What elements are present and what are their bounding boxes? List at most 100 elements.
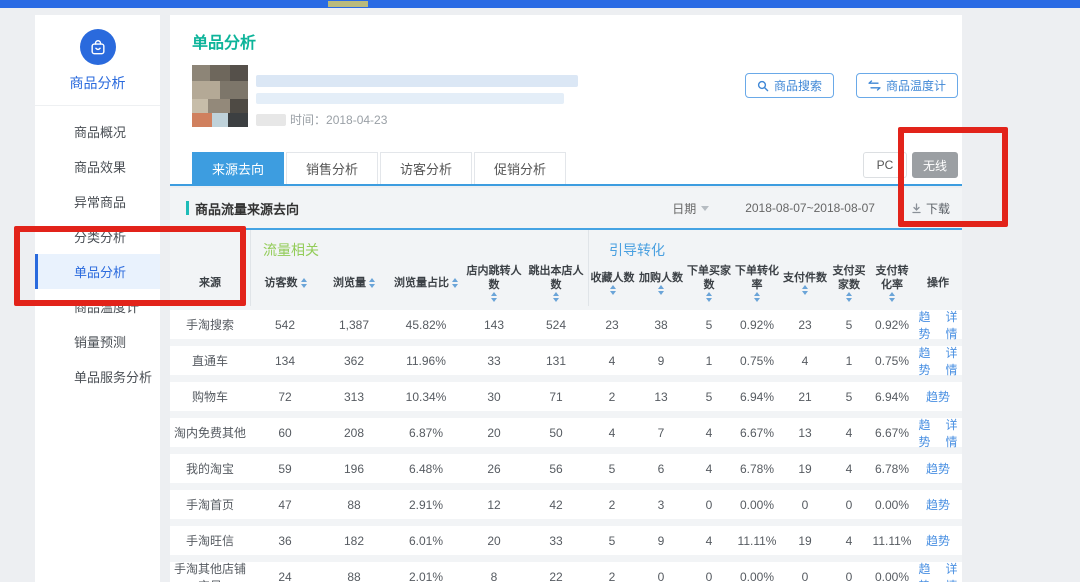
sort-icon[interactable] — [754, 292, 760, 302]
tab-来源去向[interactable]: 来源去向 — [192, 152, 284, 184]
sidebar-item-商品温度计[interactable]: 商品温度计 — [35, 289, 160, 324]
sort-icon[interactable] — [369, 278, 375, 288]
cell-value: 6.94% — [870, 390, 914, 404]
sort-icon[interactable] — [452, 278, 458, 288]
download-icon — [911, 203, 922, 214]
column-header-跳出本店人数[interactable]: 跳出本店人数 — [524, 260, 588, 306]
cell-value: 19 — [782, 462, 828, 476]
sort-icon[interactable] — [610, 285, 616, 295]
table-row: 手淘首页47882.91%12422300.00%000.00%趋势 — [170, 490, 962, 519]
sort-icon[interactable] — [491, 292, 497, 302]
column-header-店内跳转人数[interactable]: 店内跳转人数 — [464, 260, 524, 306]
product-thermometer-button[interactable]: 商品温度计 — [856, 73, 958, 98]
cell-source: 手淘搜索 — [170, 316, 250, 333]
cell-value: 0 — [782, 498, 828, 512]
action-link-趋势[interactable]: 趋势 — [926, 532, 950, 549]
sort-down-arrow — [754, 298, 760, 302]
sort-icon[interactable] — [658, 285, 664, 295]
sidebar-item-商品效果[interactable]: 商品效果 — [35, 149, 160, 184]
column-header-加购人数[interactable]: 加购人数 — [636, 260, 686, 306]
top-bar-scroll-indicator — [328, 1, 368, 7]
cell-value: 4 — [782, 354, 828, 368]
sidebar-item-分类分析[interactable]: 分类分析 — [35, 219, 160, 254]
cell-value: 5 — [686, 390, 732, 404]
sort-icon[interactable] — [301, 278, 307, 288]
cell-value: 26 — [464, 462, 524, 476]
date-dropdown[interactable]: 日期 — [672, 200, 709, 217]
column-header-收藏人数[interactable]: 收藏人数 — [588, 260, 636, 306]
sidebar-menu: 商品概况商品效果异常商品分类分析单品分析商品温度计销量预测单品服务分析 — [35, 106, 160, 394]
cell-value: 23 — [782, 318, 828, 332]
action-link-趋势[interactable]: 趋势 — [914, 344, 935, 378]
cell-value: 362 — [320, 354, 388, 368]
column-header-下单买家数[interactable]: 下单买家数 — [686, 260, 732, 306]
column-header-浏览量占比[interactable]: 浏览量占比 — [388, 260, 464, 306]
sort-icon[interactable] — [802, 285, 808, 295]
sidebar-item-单品分析[interactable]: 单品分析 — [35, 254, 160, 289]
product-search-button[interactable]: 商品搜索 — [745, 73, 834, 98]
cell-value: 72 — [250, 390, 320, 404]
cell-value: 1 — [686, 354, 732, 368]
action-link-详情[interactable]: 详情 — [941, 344, 962, 378]
cell-value: 6.78% — [732, 462, 782, 476]
action-link-详情[interactable]: 详情 — [941, 308, 962, 342]
cell-value: 6 — [636, 462, 686, 476]
cell-value: 5 — [588, 534, 636, 548]
action-link-趋势[interactable]: 趋势 — [914, 416, 935, 450]
tab-销售分析[interactable]: 销售分析 — [286, 152, 378, 184]
tab-促销分析[interactable]: 促销分析 — [474, 152, 566, 184]
action-link-趋势[interactable]: 趋势 — [914, 308, 935, 342]
device-toggle-PC[interactable]: PC — [863, 152, 907, 178]
device-toggle-无线[interactable]: 无线 — [912, 152, 958, 178]
cell-actions: 趋势详情 — [914, 344, 962, 378]
cell-value: 3 — [636, 498, 686, 512]
cell-value: 12 — [464, 498, 524, 512]
column-header-下单转化率[interactable]: 下单转化率 — [732, 260, 782, 306]
cell-value: 2 — [588, 498, 636, 512]
cell-value: 6.01% — [388, 534, 464, 548]
column-header-支付转化率[interactable]: 支付转化率 — [870, 260, 914, 306]
column-label: 浏览量 — [333, 276, 366, 290]
cell-value: 0.00% — [870, 498, 914, 512]
column-label: 支付件数 — [783, 271, 827, 285]
column-header-操作: 操作 — [914, 260, 962, 306]
sort-icon[interactable] — [706, 292, 712, 302]
group-label: 引导转化 — [609, 240, 665, 260]
product-analysis-icon — [80, 29, 116, 65]
action-link-趋势[interactable]: 趋势 — [926, 460, 950, 477]
cell-value: 20 — [464, 426, 524, 440]
action-link-趋势[interactable]: 趋势 — [926, 496, 950, 513]
cell-value: 6.67% — [870, 426, 914, 440]
cell-value: 9 — [636, 354, 686, 368]
cell-value: 5 — [588, 462, 636, 476]
sort-down-arrow — [369, 284, 375, 288]
column-header-支付件数[interactable]: 支付件数 — [782, 260, 828, 306]
action-link-趋势[interactable]: 趋势 — [926, 388, 950, 405]
tab-访客分析[interactable]: 访客分析 — [380, 152, 472, 184]
cell-value: 4 — [828, 426, 870, 440]
cell-value: 542 — [250, 318, 320, 332]
sort-icon[interactable] — [889, 292, 895, 302]
column-label: 下单买家数 — [687, 264, 731, 292]
sort-up-arrow — [802, 285, 808, 289]
action-link-趋势[interactable]: 趋势 — [914, 560, 935, 582]
sort-icon[interactable] — [553, 292, 559, 302]
cell-value: 23 — [588, 318, 636, 332]
sort-icon[interactable] — [846, 292, 852, 302]
cell-source: 直通车 — [170, 352, 250, 369]
column-header-访客数[interactable]: 访客数 — [250, 260, 320, 306]
sidebar-item-单品服务分析[interactable]: 单品服务分析 — [35, 359, 160, 394]
action-link-详情[interactable]: 详情 — [941, 416, 962, 450]
sidebar-item-销量预测[interactable]: 销量预测 — [35, 324, 160, 359]
column-header-浏览量[interactable]: 浏览量 — [320, 260, 388, 306]
content-header: 单品分析 时间： 2018-04-23 商品搜索 — [170, 15, 962, 186]
download-button[interactable]: 下载 — [911, 200, 950, 217]
cell-actions: 趋势详情 — [914, 416, 962, 450]
sidebar-item-异常商品[interactable]: 异常商品 — [35, 184, 160, 219]
cell-value: 4 — [828, 534, 870, 548]
column-header-支付买家数[interactable]: 支付买家数 — [828, 260, 870, 306]
sort-down-arrow — [889, 298, 895, 302]
header-buttons: 商品搜索 商品温度计 — [745, 73, 958, 98]
action-link-详情[interactable]: 详情 — [941, 560, 962, 582]
sidebar-item-商品概况[interactable]: 商品概况 — [35, 114, 160, 149]
